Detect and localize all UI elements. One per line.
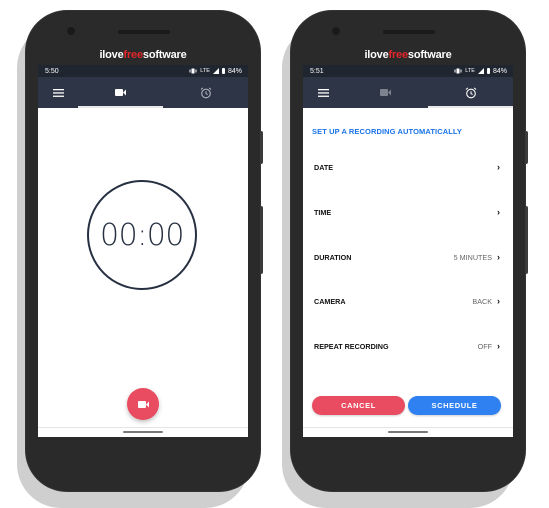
- status-time: 5:50: [45, 67, 59, 75]
- watermark: ilovefreesoftware: [364, 49, 452, 61]
- timer-dial: 00:00: [87, 180, 197, 290]
- status-time: 5:51: [310, 67, 324, 75]
- screen-schedule: 5:51 LTE 84% SET UP A RECORDING AUTOMATI…: [303, 65, 513, 437]
- videocam-icon: [137, 400, 149, 408]
- tab-record[interactable]: [343, 77, 428, 108]
- status-bar: 5:51 LTE 84%: [303, 65, 513, 77]
- tab-schedule[interactable]: [428, 77, 513, 108]
- phone-right: ilovefreesoftware 5:51 LTE 84% SET UP A …: [282, 10, 528, 508]
- signal-icon: [212, 68, 219, 74]
- hamburger-menu-icon[interactable]: [303, 77, 343, 108]
- chevron-right-icon: ›: [497, 206, 500, 217]
- network-type: LTE: [465, 68, 475, 74]
- vibrate-icon: [454, 68, 462, 74]
- watermark: ilovefreesoftware: [99, 49, 187, 61]
- vibrate-icon: [189, 68, 197, 74]
- app-bar: [303, 77, 513, 108]
- row-label: CAMERA: [314, 296, 346, 306]
- row-label: DATE: [314, 162, 334, 172]
- power-button: [260, 131, 263, 164]
- cancel-button[interactable]: CANCEL: [312, 396, 405, 415]
- chevron-right-icon: ›: [497, 161, 500, 172]
- record-button[interactable]: [127, 388, 159, 420]
- gesture-nav-bar: [303, 427, 513, 437]
- screen-recorder: 5:50 LTE 84% 00:00: [38, 65, 248, 437]
- tab-indicator: [78, 106, 163, 108]
- setting-row-time[interactable]: TIME ›: [314, 206, 500, 218]
- battery-icon: [486, 68, 490, 74]
- tab-schedule[interactable]: [163, 77, 248, 108]
- battery-level: 84%: [227, 67, 242, 75]
- volume-button: [260, 206, 263, 274]
- setting-row-duration[interactable]: DURATION 5 MINUTES ›: [314, 251, 500, 263]
- row-value: BACK: [472, 296, 492, 306]
- chevron-right-icon: ›: [497, 251, 500, 262]
- schedule-button[interactable]: SCHEDULE: [408, 396, 501, 415]
- setting-row-repeat[interactable]: REPEAT RECORDING OFF ›: [314, 340, 500, 352]
- battery-level: 84%: [492, 67, 507, 75]
- setting-row-date[interactable]: DATE ›: [314, 161, 500, 173]
- chevron-right-icon: ›: [497, 340, 500, 351]
- app-bar: [38, 77, 248, 108]
- tab-indicator: [428, 106, 513, 108]
- battery-icon: [221, 68, 225, 74]
- alarm-clock-icon: [465, 86, 476, 98]
- chevron-right-icon: ›: [497, 295, 500, 306]
- signal-icon: [477, 68, 484, 74]
- status-bar: 5:50 LTE 84%: [38, 65, 248, 77]
- row-value: 5 MINUTES: [453, 252, 492, 262]
- schedule-heading: SET UP A RECORDING AUTOMATICALLY: [312, 127, 463, 136]
- row-label: DURATION: [314, 252, 352, 262]
- front-camera: [332, 27, 340, 35]
- power-button: [525, 131, 528, 164]
- row-label: TIME: [314, 207, 332, 217]
- tab-record[interactable]: [78, 77, 163, 108]
- earpiece-speaker: [383, 30, 435, 34]
- videocam-icon: [380, 89, 391, 96]
- hamburger-menu-icon[interactable]: [38, 77, 78, 108]
- volume-button: [525, 206, 528, 274]
- gesture-nav-bar: [38, 427, 248, 437]
- row-label: REPEAT RECORDING: [314, 341, 389, 351]
- front-camera: [67, 27, 75, 35]
- timer-display: 00:00: [100, 217, 184, 253]
- videocam-icon: [115, 89, 126, 96]
- network-type: LTE: [200, 68, 210, 74]
- alarm-clock-icon: [200, 86, 211, 98]
- earpiece-speaker: [118, 30, 170, 34]
- setting-row-camera[interactable]: CAMERA BACK ›: [314, 295, 500, 307]
- phone-left: ilovefreesoftware 5:50 LTE 84% 00:00: [17, 10, 263, 508]
- row-value: OFF: [477, 341, 492, 351]
- home-handle[interactable]: [123, 431, 163, 433]
- home-handle[interactable]: [388, 431, 428, 433]
